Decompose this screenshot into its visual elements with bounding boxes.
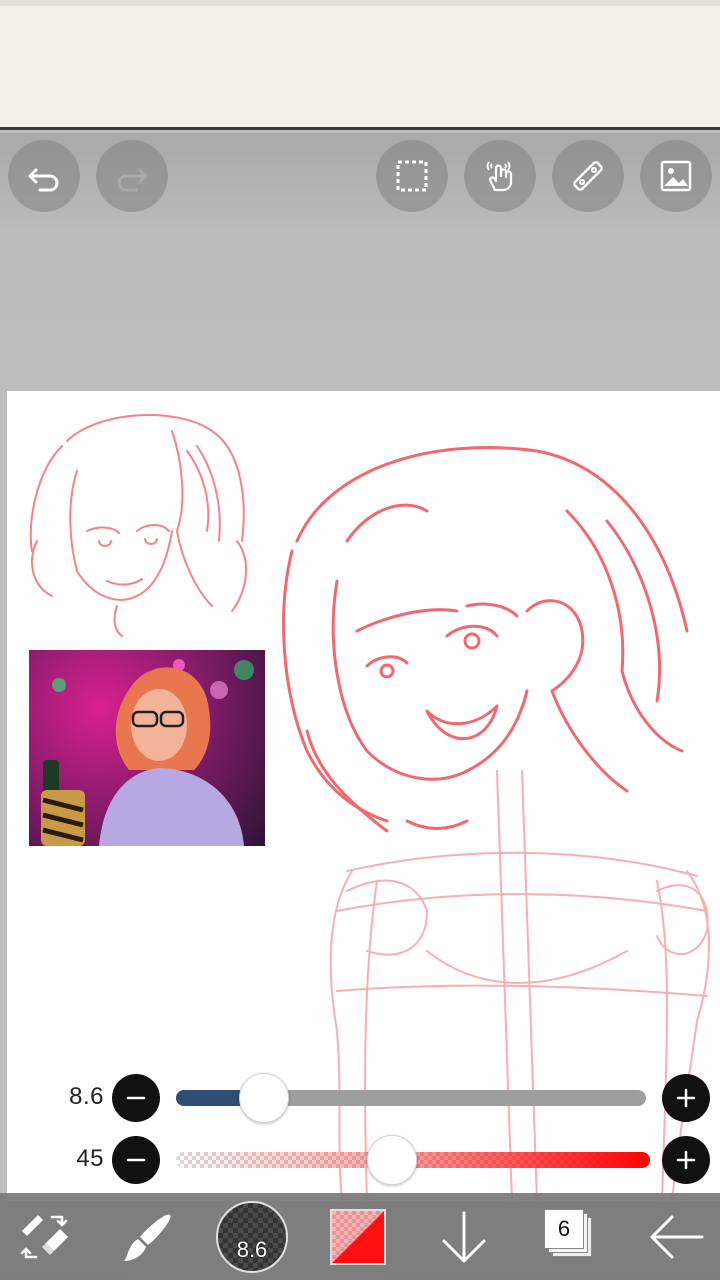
undo-icon	[28, 168, 59, 192]
color-picker-button[interactable]	[330, 1209, 386, 1265]
bottom-toolbar: 8.6 6	[0, 1193, 720, 1280]
drawing-app: 8.6 45 8.6 6	[0, 0, 720, 1280]
tool-switch-button[interactable]	[14, 1193, 74, 1280]
opacity-value: 45	[76, 1145, 104, 1172]
opacity-slider-row: 45	[0, 1135, 720, 1185]
selection-icon	[396, 160, 428, 192]
undo-button[interactable]	[8, 140, 80, 212]
plus-icon	[676, 1150, 696, 1170]
layers-button[interactable]: 6	[540, 1205, 600, 1265]
redo-icon	[117, 168, 148, 192]
minus-icon	[126, 1096, 146, 1100]
brush-icon	[124, 1213, 171, 1261]
back-button[interactable]	[644, 1193, 708, 1280]
opacity-thumb[interactable]	[366, 1135, 417, 1185]
top-bar	[0, 0, 720, 130]
arrow-left-icon	[650, 1215, 704, 1258]
pen-eraser-swap-icon	[20, 1214, 68, 1258]
selection-button[interactable]	[376, 140, 448, 212]
brush-size-increase-button[interactable]	[662, 1074, 710, 1122]
brush-size-decrease-button[interactable]	[112, 1074, 160, 1122]
layer-down-button[interactable]	[436, 1193, 492, 1280]
brush-size-slider-row: 8.6	[0, 1073, 720, 1123]
opacity-decrease-button[interactable]	[112, 1136, 160, 1184]
arrow-down-icon	[442, 1211, 486, 1262]
import-image-button[interactable]	[640, 140, 712, 212]
brush-size-track[interactable]	[176, 1073, 646, 1123]
brush-size-label: 8.6	[236, 1237, 268, 1262]
brush-size-value: 8.6	[69, 1083, 104, 1110]
brush-size-button[interactable]: 8.6	[216, 1201, 288, 1273]
hand-icon	[486, 161, 513, 192]
move-hand-button[interactable]	[464, 140, 536, 212]
opacity-increase-button[interactable]	[662, 1136, 710, 1184]
reference-photo-figure	[41, 659, 254, 846]
layer-count: 6	[544, 1209, 584, 1249]
brush-size-thumb[interactable]	[239, 1073, 289, 1123]
toolbar	[0, 133, 720, 391]
brush-tool-button[interactable]	[118, 1193, 178, 1280]
redo-button[interactable]	[96, 140, 168, 212]
ruler-button[interactable]	[552, 140, 624, 212]
reference-photo[interactable]	[29, 650, 265, 846]
ruler-icon	[573, 161, 603, 191]
minus-icon	[126, 1158, 146, 1162]
image-icon	[660, 160, 692, 192]
plus-icon	[676, 1088, 696, 1108]
opacity-track[interactable]	[176, 1135, 650, 1185]
